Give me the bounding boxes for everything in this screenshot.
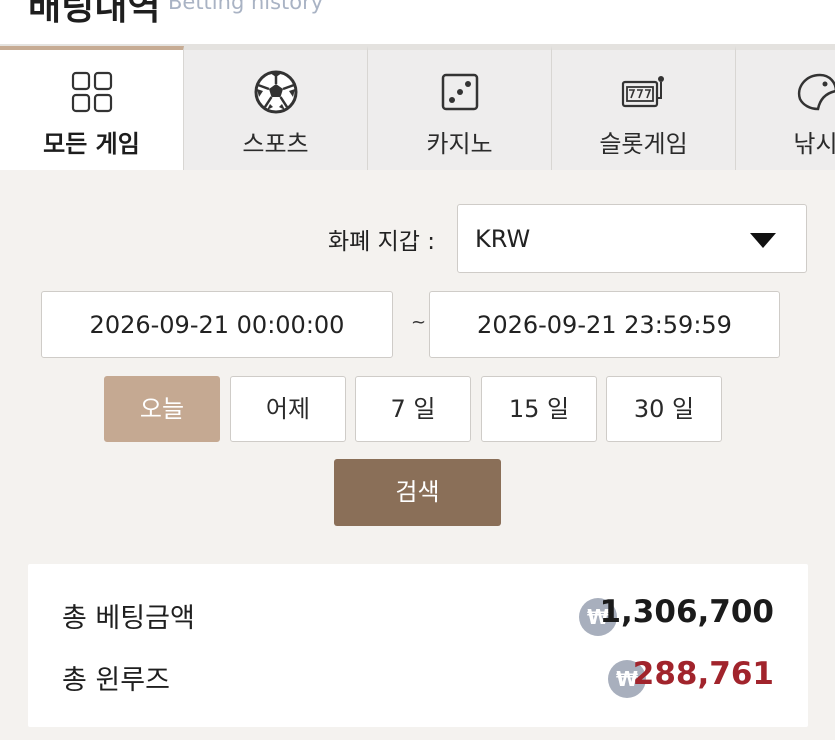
search-button[interactable]: 검색 [334,459,501,526]
total-bet-amount: 1,306,700 [599,594,774,630]
tab-label: 카지노 [426,130,493,158]
game-tabs: 모든 게임 스포츠 카지노 슬롯게임 낚시 [0,46,835,170]
tab-label: 스포츠 [242,130,309,158]
tab-all-games[interactable]: 모든 게임 [0,46,184,170]
date-to-input[interactable] [429,291,780,358]
fish-icon [792,68,835,116]
total-winloss-label: 총 윈루즈 [62,665,170,696]
dice-icon [436,68,484,116]
caret-down-icon [750,233,776,248]
page-subtitle: Betting history [168,0,324,14]
range-30days-button[interactable]: 30 일 [606,376,722,442]
slot-machine-icon [620,68,668,116]
betting-history-page: 배팅내역 Betting history 모든 게임 스포츠 카지노 슬롯게임 … [0,0,835,740]
total-bet-row: 총 베팅금액 ₩ 1,306,700 [28,584,808,644]
range-15days-button[interactable]: 15 일 [481,376,597,442]
total-bet-label: 총 베팅금액 [62,603,195,634]
soccer-ball-icon [252,68,300,116]
currency-value: KRW [475,225,531,253]
date-range-separator: ~ [411,312,427,333]
total-winloss-row: 총 윈루즈 ₩ 288,761 [28,646,808,706]
range-7days-button[interactable]: 7 일 [355,376,471,442]
page-header: 배팅내역 Betting history [0,0,835,44]
tab-fishing[interactable]: 낚시 [736,46,835,170]
tab-label: 모든 게임 [43,130,140,158]
tab-label: 낚시 [793,130,835,158]
total-winloss-amount: 288,761 [632,656,774,692]
range-today-button[interactable]: 오늘 [104,376,220,442]
currency-wallet-label: 화폐 지갑 : [328,229,436,255]
tab-casino[interactable]: 카지노 [368,46,552,170]
tab-label: 슬롯게임 [599,130,688,158]
range-yesterday-button[interactable]: 어제 [230,376,346,442]
summary-panel: 총 베팅금액 ₩ 1,306,700 총 윈루즈 ₩ 288,761 [28,564,808,727]
page-title: 배팅내역 [28,0,161,28]
grid-icon [68,68,116,116]
tab-slot-games[interactable]: 슬롯게임 [552,46,736,170]
currency-select[interactable]: KRW [457,204,807,273]
tab-sports[interactable]: 스포츠 [184,46,368,170]
date-from-input[interactable] [41,291,393,358]
